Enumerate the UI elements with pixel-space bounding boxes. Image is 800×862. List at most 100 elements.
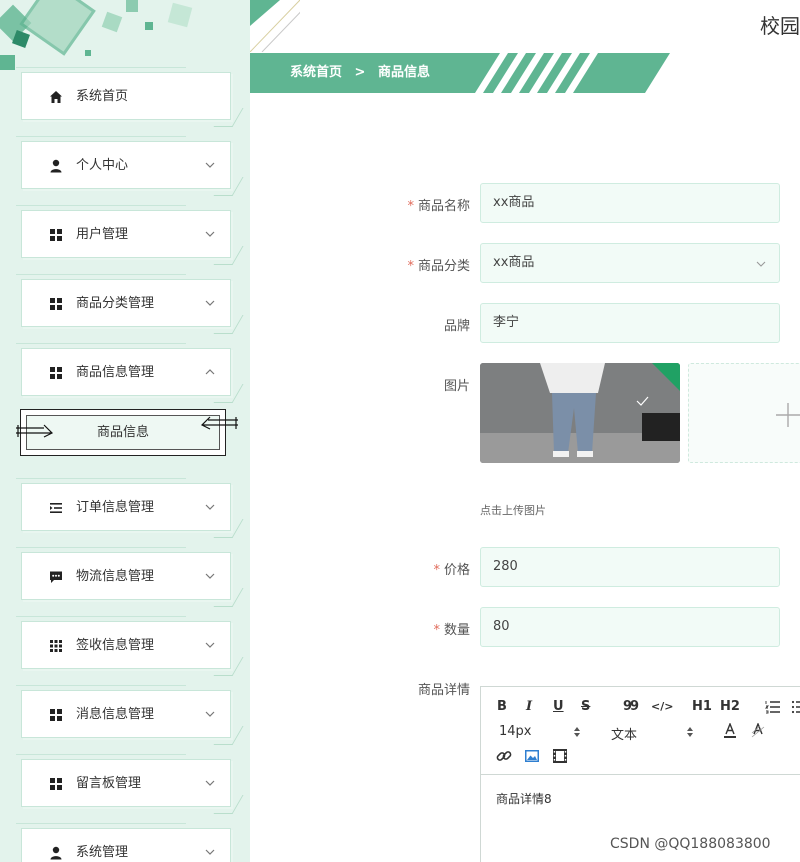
product-image-thumbnail[interactable]	[480, 363, 680, 463]
label-text: 商品名称	[417, 199, 470, 214]
chevron-down-icon	[205, 711, 215, 717]
chevron-down-icon	[205, 504, 215, 510]
arrow-right-icon	[16, 424, 54, 438]
sidebar-item-home[interactable]: 系统首页	[16, 67, 231, 120]
chevron-down-icon	[205, 573, 215, 579]
image-icon[interactable]	[524, 748, 540, 764]
sidebar-item-label: 个人中心	[76, 158, 129, 173]
select-arrows-icon	[687, 727, 693, 737]
upload-image-button[interactable]	[688, 363, 800, 463]
editor-content[interactable]: 商品详情8	[496, 790, 552, 807]
sidebar-item-logistics[interactable]: 物流信息管理	[16, 547, 231, 600]
label-text: 数量	[443, 623, 470, 638]
italic-button[interactable]: I	[526, 699, 532, 714]
quantity-label: * 数量	[340, 619, 470, 638]
product-category-label: * 商品分类	[340, 255, 470, 274]
chevron-down-icon	[205, 849, 215, 855]
font-color-icon[interactable]	[723, 723, 737, 739]
font-size-select[interactable]: 14px	[499, 724, 532, 739]
grid-icon	[47, 295, 65, 313]
decor-shape	[126, 0, 138, 12]
sidebar-item-system[interactable]: 系统管理	[16, 823, 231, 862]
plus-icon	[776, 403, 800, 427]
grid-icon	[47, 364, 65, 382]
home-icon	[47, 88, 65, 106]
label-text: 价格	[443, 563, 470, 578]
sidebar-item-label: 签收信息管理	[76, 638, 155, 653]
detail-label: 商品详情	[417, 683, 470, 698]
sidebar-item-label: 订单信息管理	[76, 500, 155, 515]
heading2-button[interactable]: H2	[720, 699, 740, 714]
blockquote-button[interactable]: 99	[623, 699, 639, 714]
breadcrumb-separator: >	[354, 65, 366, 80]
bold-button[interactable]: B	[497, 699, 507, 714]
sidebar-item-label: 商品信息管理	[76, 365, 155, 380]
underline-button[interactable]: U	[553, 699, 564, 714]
brand-label: 品牌	[443, 319, 470, 334]
sidebar-item-label: 系统管理	[76, 845, 129, 860]
decor-shape	[12, 30, 30, 48]
grid-icon	[47, 706, 65, 724]
video-icon[interactable]	[552, 748, 568, 764]
chevron-down-icon	[205, 300, 215, 306]
link-icon[interactable]	[496, 748, 512, 764]
sidebar-item-profile[interactable]: 个人中心	[16, 136, 231, 189]
sidebar-item-label: 用户管理	[76, 227, 129, 242]
required-mark: *	[407, 259, 414, 274]
sidebar-item-label: 消息信息管理	[76, 707, 155, 722]
site-title: 校园	[760, 14, 800, 38]
app-window: 系统首页 个人中心 用户管理 商品分类管理 商品信息管理 商品信息 订单信息管理…	[0, 0, 800, 862]
brand-input[interactable]: 李宁	[480, 303, 780, 343]
product-category-select[interactable]: xx商品	[480, 243, 780, 283]
product-name-label: * 商品名称	[340, 195, 470, 214]
price-input[interactable]: 280	[480, 547, 780, 587]
quantity-input[interactable]: 80	[480, 607, 780, 647]
sidebar-item-label: 物流信息管理	[76, 569, 155, 584]
required-mark: *	[407, 199, 414, 214]
apps-icon	[47, 637, 65, 655]
upload-hint: 点击上传图片	[480, 504, 546, 517]
product-name-input[interactable]: xx商品	[480, 183, 780, 223]
sidebar-item-receipt[interactable]: 签收信息管理	[16, 616, 231, 669]
header-decor	[250, 0, 300, 52]
breadcrumb-text: 系统首页 > 商品信息	[290, 53, 430, 93]
label-text: 商品分类	[417, 259, 470, 274]
product-photo	[480, 363, 680, 463]
grid-icon	[47, 226, 65, 244]
breadcrumb: 系统首页 > 商品信息	[250, 53, 670, 93]
breadcrumb-home[interactable]: 系统首页	[290, 65, 342, 80]
decor-shape	[167, 2, 193, 28]
editor-toolbar: B I U S 99 </> H1 H2 14px 文本	[481, 687, 800, 775]
paragraph-select[interactable]: 文本	[611, 724, 637, 743]
bullet-list-icon[interactable]	[791, 700, 800, 714]
sidebar-item-category[interactable]: 商品分类管理	[16, 274, 231, 327]
watermark: CSDN @QQ188083800	[610, 836, 771, 852]
price-label: * 价格	[340, 559, 470, 578]
select-arrows-icon	[574, 727, 580, 737]
chevron-down-icon	[205, 231, 215, 237]
decor-shape	[85, 50, 91, 56]
list-indent-icon	[47, 499, 65, 517]
sidebar-item-label: 系统首页	[76, 89, 129, 104]
code-block-button[interactable]: </>	[651, 700, 673, 713]
chevron-down-icon	[205, 642, 215, 648]
sidebar-item-label: 留言板管理	[76, 776, 142, 791]
heading1-button[interactable]: H1	[692, 699, 712, 714]
sidebar-item-messages[interactable]: 消息信息管理	[16, 685, 231, 738]
required-mark: *	[433, 563, 440, 578]
required-mark: *	[433, 623, 440, 638]
strike-button[interactable]: S	[581, 699, 590, 714]
chevron-down-icon	[205, 162, 215, 168]
grid-icon	[47, 775, 65, 793]
sidebar-item-label: 商品分类管理	[76, 296, 155, 311]
chevron-down-icon	[205, 780, 215, 786]
sidebar: 系统首页 个人中心 用户管理 商品分类管理 商品信息管理 商品信息 订单信息管理…	[0, 0, 250, 862]
sidebar-item-product[interactable]: 商品信息管理	[16, 343, 231, 396]
select-value: xx商品	[493, 255, 535, 270]
sidebar-item-orders[interactable]: 订单信息管理	[16, 478, 231, 531]
sidebar-item-guestbook[interactable]: 留言板管理	[16, 754, 231, 807]
ordered-list-icon[interactable]	[765, 700, 781, 714]
chevron-up-icon	[205, 369, 215, 375]
sidebar-item-users[interactable]: 用户管理	[16, 205, 231, 258]
background-color-icon[interactable]	[751, 723, 765, 739]
